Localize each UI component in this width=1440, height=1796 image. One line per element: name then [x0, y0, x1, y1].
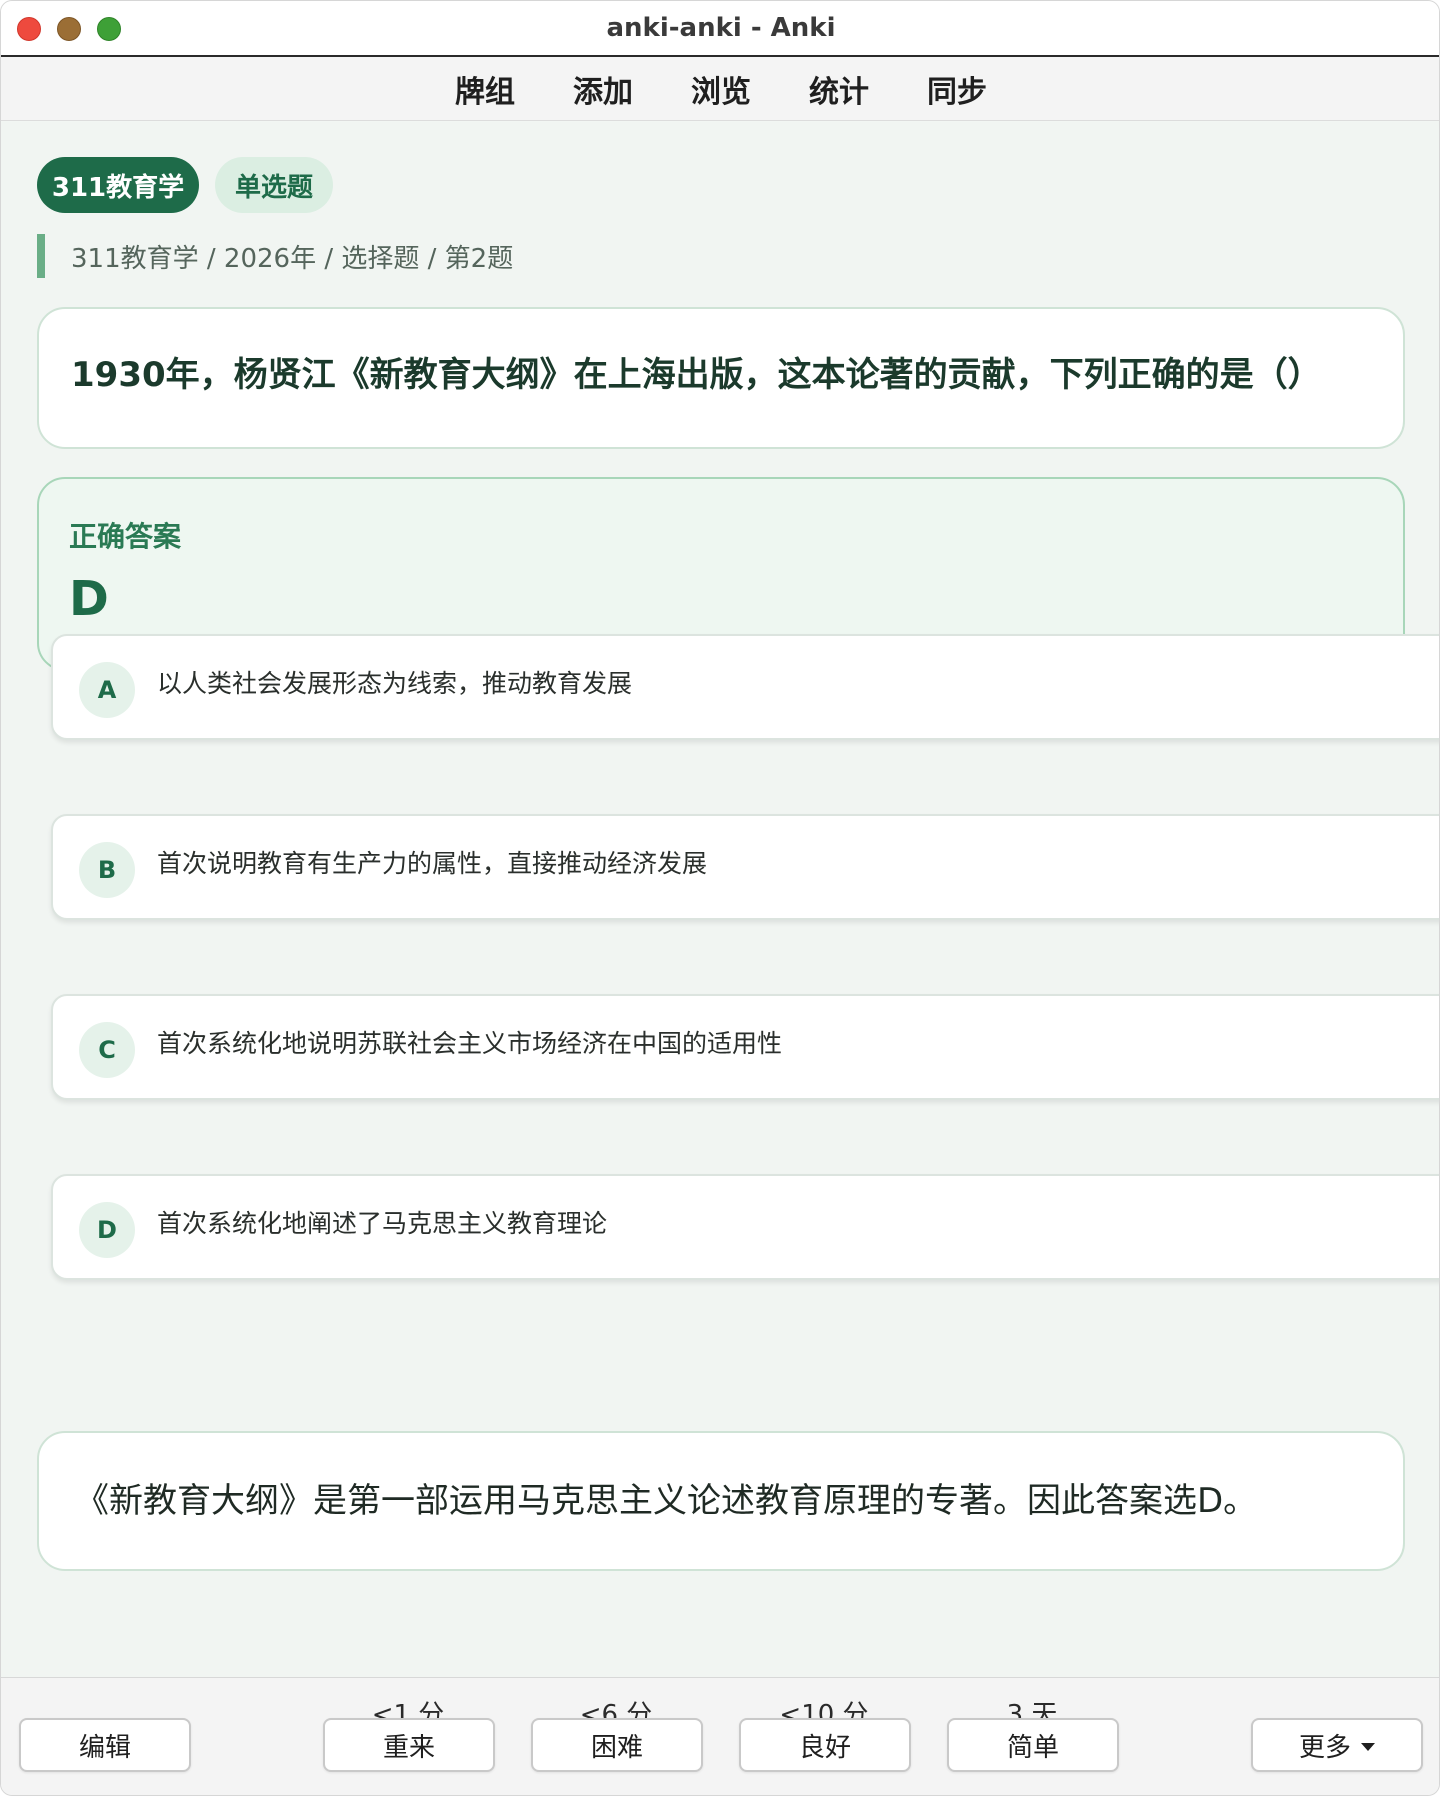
question-text: 1930年，杨贤江《新教育大纲》在上海出版，这本论著的贡献，下列正确的是（）	[71, 355, 1322, 395]
card-review-area: 311教育学 单选题 311教育学 / 2026年 / 选择题 / 第2题 19…	[1, 122, 1439, 1677]
option-letter-badge: D	[79, 1202, 135, 1258]
option-d[interactable]: D 首次系统化地阐述了马克思主义教育理论	[51, 1174, 1439, 1280]
option-text: 以人类社会发展形态为线索，推动教育发展	[157, 669, 633, 698]
subject-tag: 311教育学	[37, 157, 199, 213]
option-letter-badge: C	[79, 1022, 135, 1078]
toolbar-decks[interactable]: 牌组	[426, 67, 544, 111]
easy-button[interactable]: 简单	[947, 1718, 1119, 1772]
hard-button[interactable]: 困难	[531, 1718, 703, 1772]
question-card: 1930年，杨贤江《新教育大纲》在上海出版，这本论著的贡献，下列正确的是（）	[37, 307, 1405, 449]
anki-window: anki-anki - Anki 牌组 添加 浏览 统计 同步 311教育学 单…	[0, 0, 1440, 1796]
good-button[interactable]: 良好	[739, 1718, 911, 1772]
option-letter-badge: B	[79, 842, 135, 898]
option-text: 首次系统化地阐述了马克思主义教育理论	[157, 1209, 608, 1238]
toolbar-sync[interactable]: 同步	[898, 67, 1016, 111]
title-bar: anki-anki - Anki	[1, 1, 1439, 57]
question-type-tag: 单选题	[215, 157, 333, 213]
edit-button[interactable]: 编辑	[19, 1718, 191, 1772]
explanation-text: 《新教育大纲》是第一部运用马克思主义论述教育原理的专著。因此答案选D。	[75, 1481, 1258, 1521]
more-button-label: 更多	[1298, 1732, 1351, 1763]
breadcrumb: 311教育学 / 2026年 / 选择题 / 第2题	[37, 234, 513, 278]
again-button[interactable]: 重来	[323, 1718, 495, 1772]
correct-answer-value: D	[69, 571, 109, 627]
toolbar-add[interactable]: 添加	[544, 67, 662, 111]
toolbar-browse[interactable]: 浏览	[662, 67, 780, 111]
option-a[interactable]: A 以人类社会发展形态为线索，推动教育发展	[51, 634, 1439, 740]
toolbar-stats[interactable]: 统计	[780, 67, 898, 111]
window-title: anki-anki - Anki	[606, 13, 836, 43]
option-text: 首次说明教育有生产力的属性，直接推动经济发展	[157, 849, 708, 878]
chevron-down-icon	[1361, 1743, 1375, 1751]
option-text: 首次系统化地说明苏联社会主义市场经济在中国的适用性	[157, 1029, 783, 1058]
option-c[interactable]: C 首次系统化地说明苏联社会主义市场经济在中国的适用性	[51, 994, 1439, 1100]
review-bottom-bar: 编辑 <1 分 重来 <6 分 困难 <10 分 良好 3 天 简单 更多	[1, 1677, 1439, 1795]
more-button[interactable]: 更多	[1251, 1718, 1423, 1772]
top-toolbar: 牌组 添加 浏览 统计 同步	[1, 57, 1439, 121]
option-letter-badge: A	[79, 662, 135, 718]
explanation-card: 《新教育大纲》是第一部运用马克思主义论述教育原理的专著。因此答案选D。	[37, 1431, 1405, 1571]
option-b[interactable]: B 首次说明教育有生产力的属性，直接推动经济发展	[51, 814, 1439, 920]
correct-answer-label: 正确答案	[69, 520, 182, 553]
